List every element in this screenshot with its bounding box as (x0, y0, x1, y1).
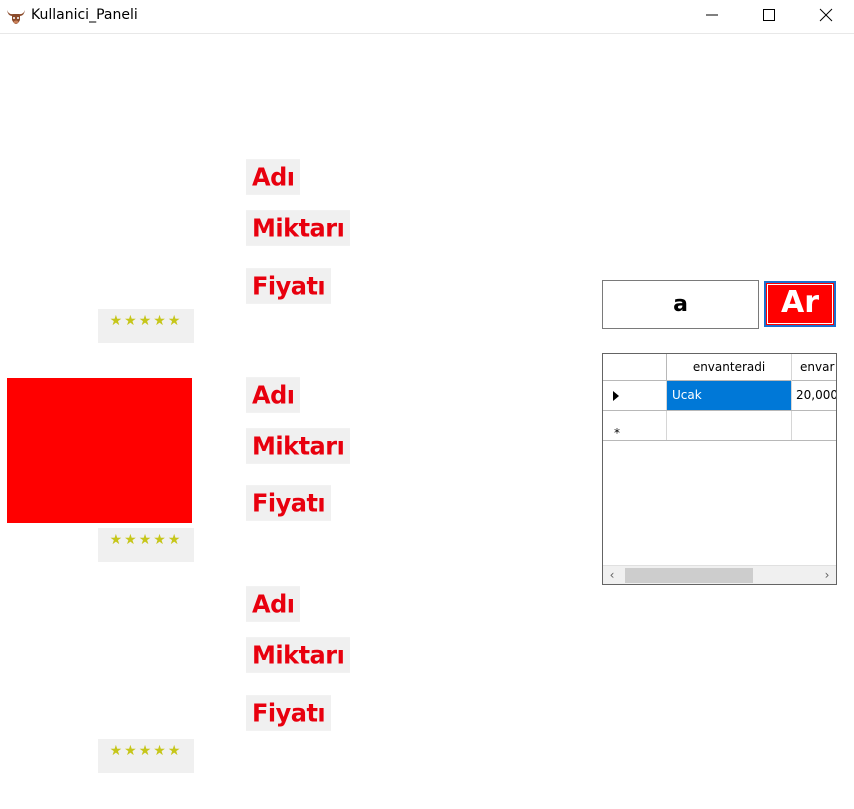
product-name-label: Adı (246, 377, 301, 413)
grid-cell[interactable]: 20,000 (792, 381, 836, 410)
product-quantity-label: Miktarı (246, 210, 351, 246)
new-row-asterisk-icon: * (614, 426, 620, 440)
minimize-button[interactable] (683, 0, 741, 30)
row-header-corner (603, 354, 667, 381)
product-price-label: Fiyatı (246, 485, 332, 521)
rating-stars: ★★★★★ (98, 309, 194, 343)
search-button[interactable]: Ar (764, 281, 836, 327)
product-price-label: Fiyatı (246, 695, 332, 731)
row-header[interactable] (603, 381, 667, 410)
close-button[interactable] (797, 0, 854, 30)
grid-cell[interactable] (667, 411, 792, 440)
product-quantity-label: Miktarı (246, 637, 351, 673)
maximize-button[interactable] (740, 0, 798, 30)
column-header-2[interactable]: envar (792, 354, 836, 381)
grid-cell[interactable] (792, 411, 836, 440)
current-row-arrow-icon (613, 391, 619, 401)
scroll-left-icon[interactable]: ‹ (603, 567, 621, 584)
scroll-right-icon[interactable]: › (818, 567, 836, 584)
title-bar: Kullanici_Paneli (0, 0, 854, 34)
row-header[interactable]: * (603, 411, 667, 440)
product-quantity-label: Miktarı (246, 428, 351, 464)
product-image (7, 378, 192, 523)
horizontal-scrollbar[interactable]: ‹ › (603, 565, 836, 584)
scrollbar-thumb[interactable] (625, 568, 753, 583)
table-row[interactable]: Ucak 20,000 (603, 381, 836, 411)
bull-head-icon (6, 6, 26, 26)
product-price-label: Fiyatı (246, 268, 332, 304)
rating-stars: ★★★★★ (98, 528, 194, 562)
grid-cell[interactable]: Ucak (667, 381, 792, 410)
search-input[interactable] (602, 280, 759, 329)
window-title: Kullanici_Paneli (31, 7, 138, 23)
new-row[interactable]: * (603, 411, 836, 441)
grid-header: envanteradi envar (603, 354, 836, 381)
product-name-label: Adı (246, 159, 301, 195)
column-header-envanteradi[interactable]: envanteradi (667, 354, 792, 381)
product-name-label: Adı (246, 586, 301, 622)
rating-stars: ★★★★★ (98, 739, 194, 773)
inventory-grid[interactable]: envanteradi envar Ucak 20,000 * ‹ › (602, 353, 837, 585)
